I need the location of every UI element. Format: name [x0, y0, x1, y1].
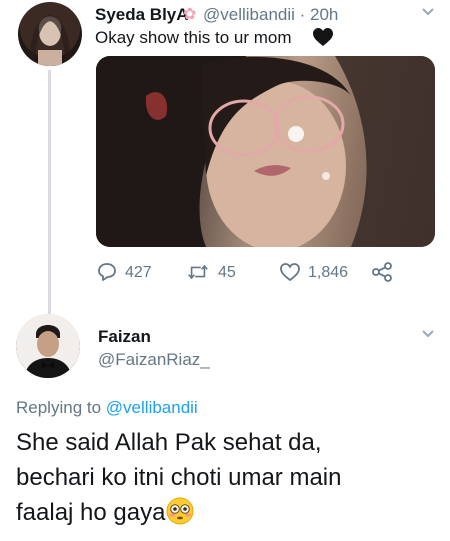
- reply-icon[interactable]: [96, 262, 118, 282]
- avatar-syeda[interactable]: [18, 2, 82, 66]
- chevron-down-icon[interactable]: [420, 326, 436, 342]
- tweet-text: Okay show this to ur mom: [95, 28, 292, 47]
- chevron-down-icon[interactable]: [420, 4, 436, 20]
- replying-to: Replying to @vellibandii: [16, 398, 198, 418]
- like-heart-icon[interactable]: [279, 262, 301, 282]
- retweet-count: 45: [218, 264, 236, 281]
- flushed-face-icon: [166, 497, 194, 525]
- avatar-faizan[interactable]: [16, 314, 80, 378]
- tweet-photo[interactable]: [96, 56, 435, 247]
- replying-prefix: Replying to: [16, 398, 102, 417]
- display-name[interactable]: Syeda BlyA: [95, 5, 189, 25]
- handle-and-time[interactable]: @vellibandii · 20h: [203, 5, 338, 25]
- mention-link[interactable]: @vellibandii: [106, 398, 198, 417]
- share-icon[interactable]: [371, 262, 393, 282]
- display-name[interactable]: Faizan: [98, 327, 151, 347]
- thread-line: [48, 70, 51, 320]
- retweet-icon[interactable]: [187, 262, 209, 282]
- tweet-line-last: faalaj ho gaya: [16, 495, 436, 530]
- user-handle[interactable]: @FaizanRiaz_: [98, 350, 210, 370]
- reply-count: 427: [125, 264, 152, 281]
- avatar-photo: [28, 14, 72, 66]
- avatar-photo: [16, 314, 80, 378]
- tweet-text: She said Allah Pak sehat da, bechari ko …: [16, 425, 436, 530]
- like-count: 1,846: [308, 264, 349, 281]
- tweet-line-text: faalaj ho gaya: [16, 499, 166, 526]
- tweet-line: bechari ko itni choti umar main: [16, 464, 342, 491]
- tweet-line: She said Allah Pak sehat da,: [16, 429, 322, 456]
- black-heart-icon: [313, 28, 333, 46]
- photo-image: [96, 56, 435, 247]
- cherry-blossom-icon: ✿: [183, 6, 197, 23]
